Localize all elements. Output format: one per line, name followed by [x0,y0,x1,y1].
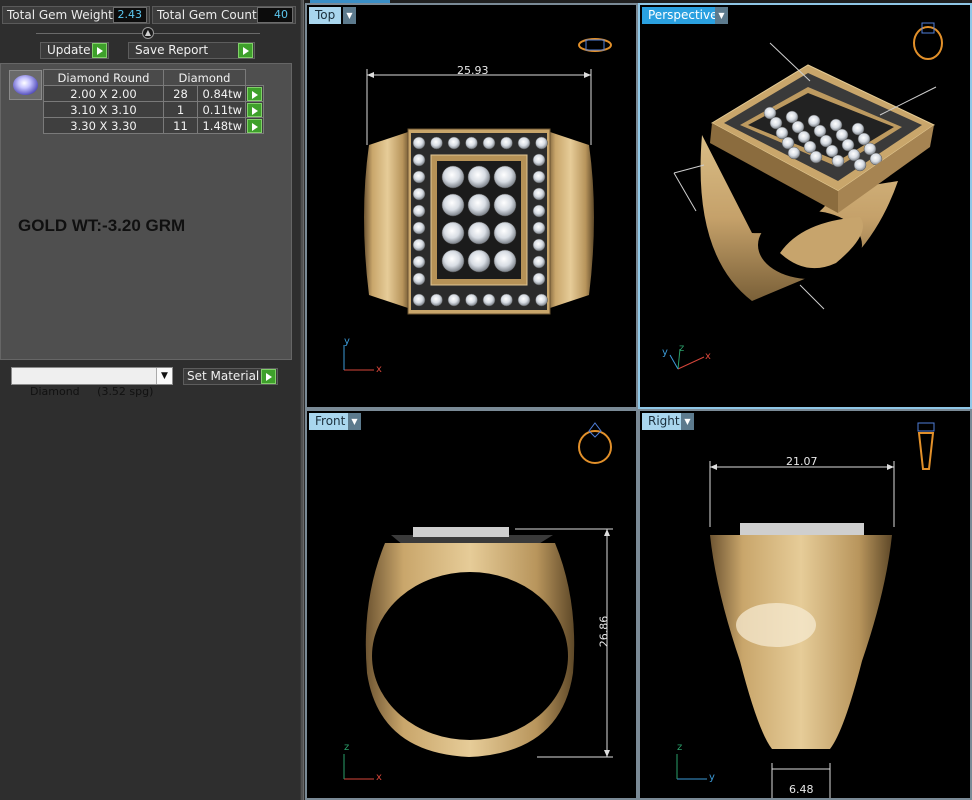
ring-thumbnail-icon [578,38,612,52]
viewport-top[interactable]: Top ▼ 25.93 y x [305,3,638,409]
play-arrow-icon [247,86,262,101]
gem-size: 2.00 X 2.00 [43,85,164,102]
axis-x-label: x [376,364,382,375]
axis-y-label: y [344,336,350,347]
viewport-right-canvas [676,422,935,798]
gem-weight: 0.11tw [197,101,246,118]
dropdown-arrow-icon[interactable]: ▼ [348,413,361,430]
gem-weight: 0.84tw [197,85,246,102]
viewport-front-label[interactable]: Front [309,413,352,430]
viewport-perspective-label[interactable]: Perspective [642,7,724,24]
viewport-front-canvas [343,422,613,780]
axis-y-label: y [709,772,715,783]
gem-table: Diamond Round Diamond 2.00 X 2.00 28 0.8… [43,69,264,134]
play-arrow-icon [247,102,262,117]
column-header-material: Diamond [163,69,246,86]
ring-thumbnail-icon [917,422,935,470]
play-arrow-icon [247,118,262,133]
save-report-button-label: Save Report [135,43,209,57]
gem-count: 11 [163,117,198,134]
axis-x-label: x [376,772,382,783]
gem-count: 1 [163,101,198,118]
ring-thumbnail-icon [578,422,612,464]
row-select-button[interactable] [245,101,264,118]
viewport-top-label[interactable]: Top [309,7,342,24]
gem-size: 3.10 X 3.10 [43,101,164,118]
set-material-button[interactable]: Set Material [183,368,278,385]
gem-count: 28 [163,85,198,102]
axis-y-label: y [662,347,668,358]
side-width-dimension: 21.07 [786,455,818,468]
diamond-gem-icon [9,70,42,100]
viewport-right-label[interactable]: Right [642,413,686,430]
update-button-label: Update [47,43,91,57]
dropdown-arrow-icon[interactable]: ▼ [343,7,356,24]
axis-indicator [343,754,374,780]
axis-indicator [669,348,705,370]
gold-weight-note: GOLD WT:-3.20 GRM [18,216,186,235]
update-button[interactable]: Update [40,42,109,59]
table-row: 3.30 X 3.30 11 1.48tw [43,117,264,134]
material-select[interactable]: Diamond (3.52 spg) ▼ [11,367,173,398]
panel-splitter[interactable] [300,0,304,800]
height-dimension: 26.86 [597,615,611,648]
viewport-front[interactable]: Front ▼ 26.86 z x [305,409,638,800]
table-row: 3.10 X 3.10 1 0.11tw [43,101,264,118]
gem-weight: 1.48tw [197,117,246,134]
viewport-right[interactable]: Right ▼ 21.07 6.48 z y [638,409,972,800]
dropdown-arrow-icon[interactable]: ▼ [715,7,728,24]
total-gem-weight-value: 2.43 [113,7,147,23]
table-row: 2.00 X 2.00 28 0.84tw [43,85,264,102]
column-header-shape: Diamond Round [43,69,164,86]
viewport-perspective[interactable]: Perspective ▼ y z x [638,3,972,409]
axis-z-label: z [677,742,683,753]
play-arrow-icon [238,43,253,58]
axis-z-label: z [344,742,350,753]
dropdown-arrow-icon[interactable]: ▼ [681,413,694,430]
axis-indicator [676,754,707,780]
axis-indicator [343,345,374,371]
viewport-perspective-canvas [669,22,943,370]
collapse-knob-icon[interactable]: ▲ [142,27,154,39]
shank-width-dimension: 6.48 [789,783,814,796]
gem-size: 3.30 X 3.30 [43,117,164,134]
save-report-button[interactable]: Save Report [128,42,255,59]
gem-report-panel: Total Gem Weight 2.43 Total Gem Count 40… [0,0,300,800]
ring-thumbnail-icon [913,22,943,60]
gem-table-header: Diamond Round Diamond [43,69,264,86]
play-arrow-icon [261,369,276,384]
axis-z-label: z [679,343,685,354]
set-material-button-label: Set Material [187,369,260,383]
material-select-value: Diamond (3.52 spg) [30,385,154,398]
width-dimension: 25.93 [457,64,489,77]
row-select-button[interactable] [245,85,264,102]
axis-x-label: x [705,351,711,362]
total-gem-count-value: 40 [257,7,293,23]
play-arrow-icon [92,43,107,58]
row-select-button[interactable] [245,117,264,134]
dropdown-arrow-icon[interactable]: ▼ [156,368,172,384]
